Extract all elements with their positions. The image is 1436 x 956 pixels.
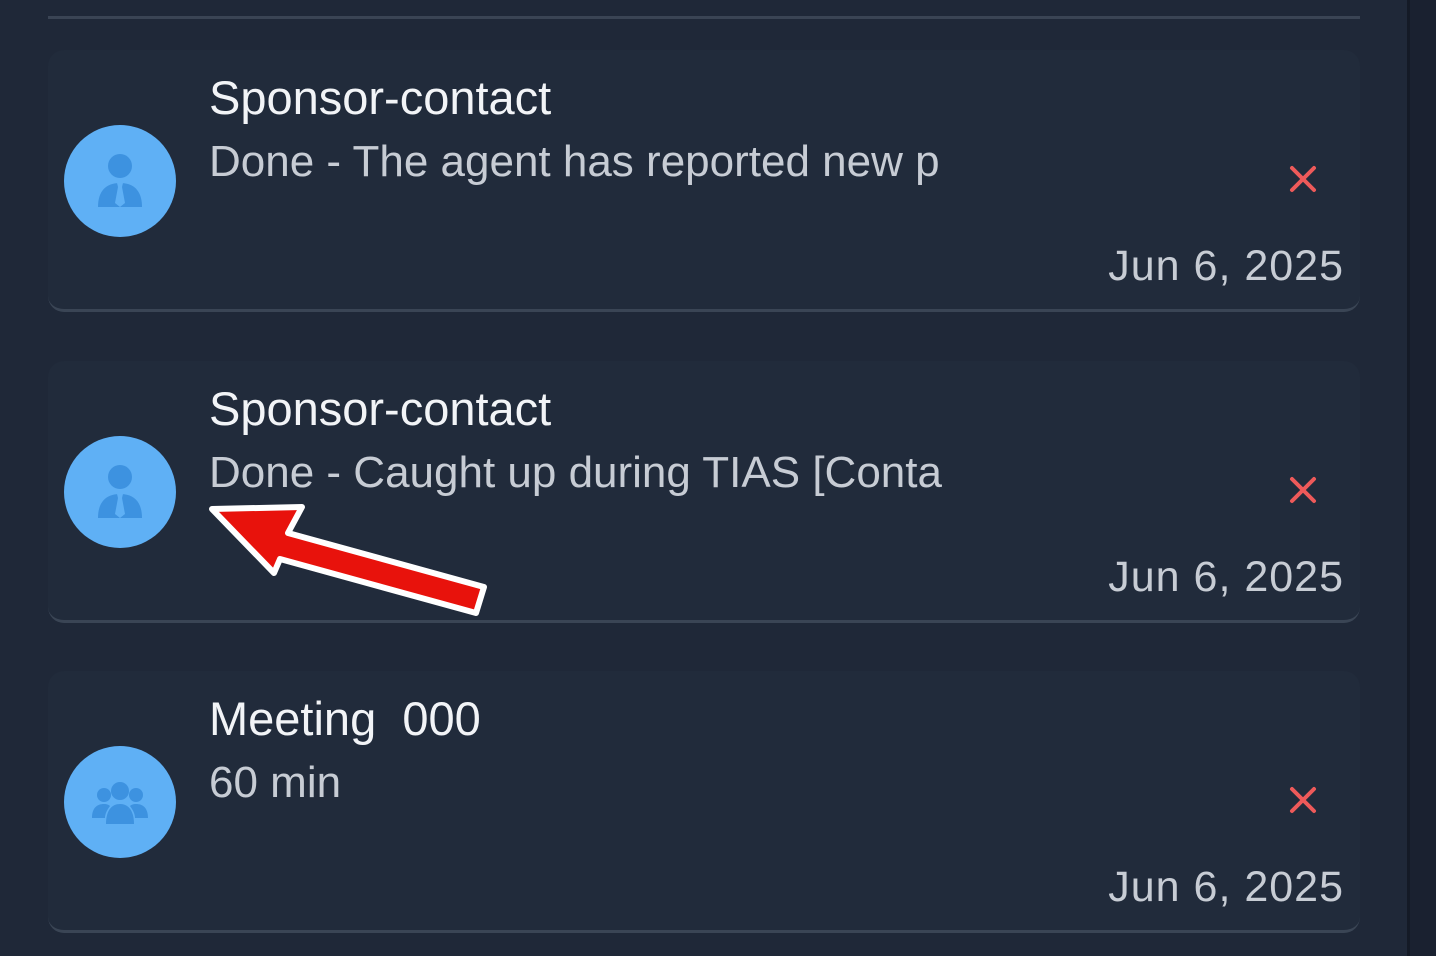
item-title: Sponsor-contact xyxy=(209,71,552,124)
item-date: Jun 6, 2025 xyxy=(1108,242,1344,290)
close-icon xyxy=(1290,787,1316,813)
scrollbar-track[interactable] xyxy=(1407,0,1436,956)
delete-button[interactable] xyxy=(1278,465,1328,515)
activity-list-screen: Sponsor-contact Done - The agent has rep… xyxy=(0,0,1436,956)
close-icon xyxy=(1290,166,1316,192)
avatar xyxy=(64,746,176,858)
item-subtitle: Done - Caught up during TIAS [Conta xyxy=(209,448,942,497)
item-date: Jun 6, 2025 xyxy=(1108,553,1344,601)
item-subtitle: 60 min xyxy=(209,758,342,807)
avatar xyxy=(64,125,176,237)
group-icon xyxy=(92,782,148,824)
list-item[interactable]: Meeting 000 60 min Jun 6, 2025 xyxy=(48,671,1360,933)
delete-button[interactable] xyxy=(1278,775,1328,825)
person-tie-icon xyxy=(98,154,142,207)
list-item[interactable]: Sponsor-contact Done - The agent has rep… xyxy=(48,50,1360,312)
red-arrow-icon xyxy=(209,504,487,616)
item-date: Jun 6, 2025 xyxy=(1108,863,1344,911)
close-icon xyxy=(1290,477,1316,503)
item-title: Sponsor-contact xyxy=(209,382,552,435)
item-subtitle: Done - The agent has reported new p xyxy=(209,137,940,186)
item-title: Meeting 000 xyxy=(209,692,481,745)
avatar xyxy=(64,436,176,548)
delete-button[interactable] xyxy=(1278,154,1328,204)
person-tie-icon xyxy=(98,465,142,518)
divider xyxy=(48,16,1360,19)
